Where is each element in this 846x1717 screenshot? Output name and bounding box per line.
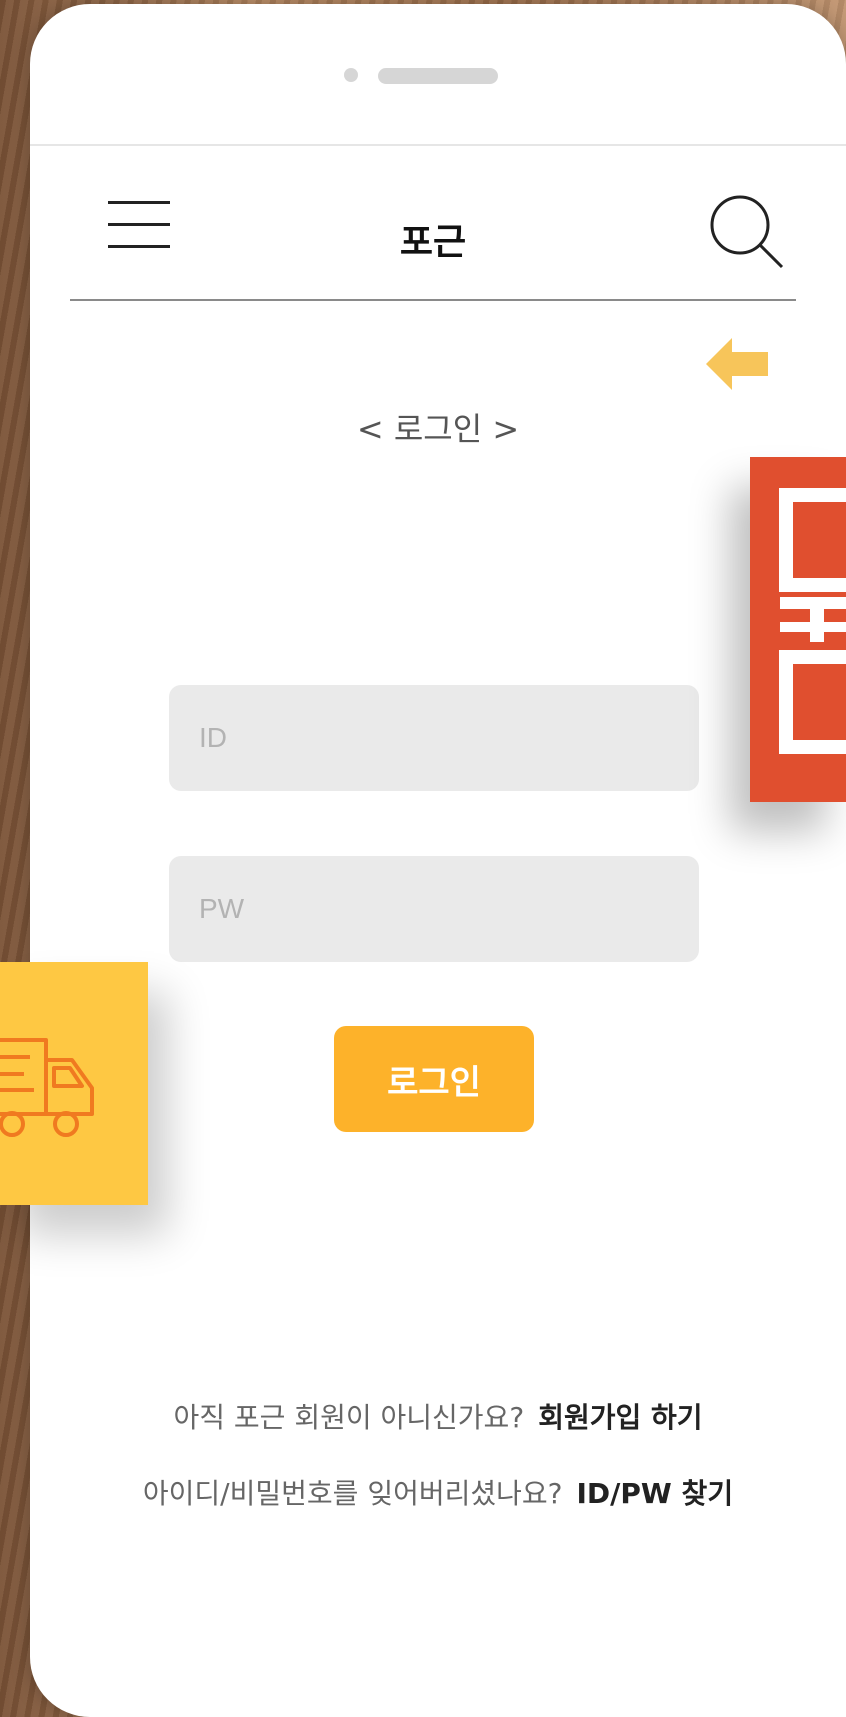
yellow-delivery-card [0,962,148,1205]
signup-prompt-text: 아직 포근 회원이 아니신가요? [173,1401,525,1434]
find-prompt-text: 아이디/비밀번호를 잊어버리셨나요? [142,1477,563,1510]
phone-top-bezel [30,4,846,146]
id-field[interactable] [169,685,699,791]
pw-input[interactable] [169,856,699,962]
find-idpw-link[interactable]: ID/PW 찾기 [577,1477,734,1510]
speaker-bar [378,68,498,84]
login-button[interactable]: 로그인 [334,1026,534,1132]
search-icon[interactable] [708,193,786,271]
camera-dot [344,68,358,82]
login-heading: < 로그인 > [356,410,520,448]
app-title: 포근 [399,222,467,263]
app-header: 포근 [70,149,796,301]
back-arrow-icon[interactable] [706,338,768,390]
logo-mark [779,488,846,754]
find-prompt-line: 아이디/비밀번호를 잊어버리셨나요? ID/PW 찾기 [30,1472,846,1512]
signup-prompt-line: 아직 포근 회원이 아니신가요? 회원가입 하기 [30,1396,846,1436]
id-input[interactable] [169,685,699,791]
signup-link[interactable]: 회원가입 하기 [538,1401,702,1434]
red-logo-card [750,457,846,802]
phone-frame: 포근 < 로그인 > 로그인 아직 포근 회원이 아니신가요? 회원가입 하기 아… [30,4,846,1717]
delivery-truck-icon [0,1038,94,1137]
pw-field[interactable] [169,856,699,962]
